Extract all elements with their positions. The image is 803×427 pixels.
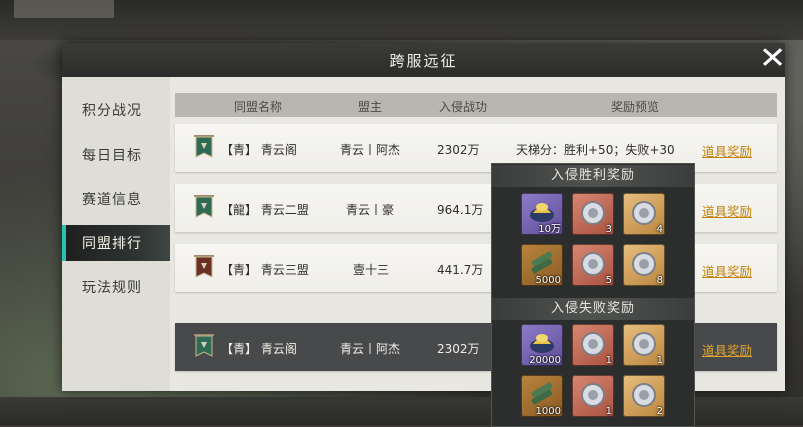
gold-ingot-icon [530,334,554,353]
item-count: 3 [605,224,612,235]
alliance-leader: 青云丨豪 [346,203,395,217]
reward-item[interactable]: 10万 [521,193,563,235]
header-reward-preview: 奖励预览 [610,100,659,114]
header-leader: 盟主 [357,100,382,114]
sidebar-item-label: 每日目标 [82,148,142,164]
alliance-name: 【龍】 青云二盟 [221,203,309,217]
alliance-merit: 964.1万 [437,203,484,217]
item-count: 1 [656,355,663,366]
item-count: 5 [605,275,612,286]
reward-preview-popup: 入侵胜利奖励 10万 3 4 5000 5 8 入侵失败奖励 20000 1 1… [491,163,695,427]
alliance-banner-icon [193,195,215,221]
reward-item[interactable]: 3 [572,193,614,235]
sidebar-item-label: 积分战况 [82,103,142,119]
item-count: 4 [656,224,663,235]
sidebar-item-alliance-ranking[interactable]: 同盟排行 [62,225,170,261]
table-header: 同盟名称 盟主 入侵战功 奖励预览 [175,93,777,117]
close-icon: ✕ [759,41,787,76]
item-reward-link[interactable]: 道具奖励 [702,141,752,160]
background-top-bar [0,0,803,40]
lose-reward-title: 入侵失败奖励 [492,298,694,320]
alliance-name: 【青】 青云阁 [221,143,297,157]
item-reward-link[interactable]: 道具奖励 [702,340,752,359]
header-alliance-name: 同盟名称 [233,100,282,114]
item-count: 1000 [535,406,561,417]
item-count: 20000 [529,355,561,366]
item-count: 2 [656,406,663,417]
title-bar: 跨服远征 ✕ [62,41,787,77]
sidebar-item-track-info[interactable]: 赛道信息 [62,181,170,217]
silver-coin-icon [581,252,605,276]
background-tab [14,0,114,18]
sidebar-item-label: 同盟排行 [82,236,142,252]
item-count: 10万 [538,224,561,235]
reward-item[interactable]: 5000 [521,244,563,286]
scroll-bundle-icon [531,251,553,274]
silver-coin-icon [632,201,656,225]
sidebar-item-label: 玩法规则 [82,280,142,296]
item-reward-link[interactable]: 道具奖励 [702,201,752,220]
alliance-banner-icon [193,334,215,360]
reward-item[interactable]: 1 [572,375,614,417]
window-title: 跨服远征 [389,52,458,70]
alliance-name: 【青】 青云阁 [221,342,297,356]
reward-item[interactable]: 1 [623,324,665,366]
reward-preview: 天梯分：胜利+50；失败+30 [516,143,675,157]
scroll-bundle-icon [531,382,553,405]
sidebar-item-daily-goal[interactable]: 每日目标 [62,137,170,173]
sidebar-item-label: 赛道信息 [82,192,142,208]
sidebar: 积分战况 每日目标 赛道信息 同盟排行 玩法规则 [62,77,170,391]
reward-item[interactable]: 4 [623,193,665,235]
win-reward-title: 入侵胜利奖励 [492,165,694,187]
reward-item[interactable]: 2 [623,375,665,417]
alliance-leader: 青云丨阿杰 [340,143,401,157]
item-count: 8 [656,275,663,286]
reward-item[interactable]: 8 [623,244,665,286]
reward-item[interactable]: 1 [572,324,614,366]
alliance-banner-icon [193,135,215,161]
reward-item[interactable]: 5 [572,244,614,286]
close-button[interactable]: ✕ [753,39,793,79]
header-merit: 入侵战功 [438,100,487,114]
silver-coin-icon [581,383,605,407]
alliance-banner-icon [193,255,215,281]
item-reward-link[interactable]: 道具奖励 [702,261,752,280]
silver-coin-icon [581,201,605,225]
reward-item[interactable]: 1000 [521,375,563,417]
silver-coin-icon [581,332,605,356]
silver-coin-icon [632,332,656,356]
alliance-name: 【青】 青云三盟 [221,263,309,277]
alliance-leader: 壹十三 [353,263,390,277]
alliance-leader: 青云丨阿杰 [340,342,401,356]
sidebar-item-score[interactable]: 积分战况 [62,92,170,128]
item-count: 1 [605,355,612,366]
alliance-merit: 441.7万 [437,263,484,277]
item-count: 5000 [535,275,561,286]
reward-item[interactable]: 20000 [521,324,563,366]
alliance-merit: 2302万 [437,342,480,356]
silver-coin-icon [632,383,656,407]
item-count: 1 [605,406,612,417]
alliance-merit: 2302万 [437,143,480,157]
silver-coin-icon [632,252,656,276]
sidebar-item-rules[interactable]: 玩法规则 [62,269,170,305]
